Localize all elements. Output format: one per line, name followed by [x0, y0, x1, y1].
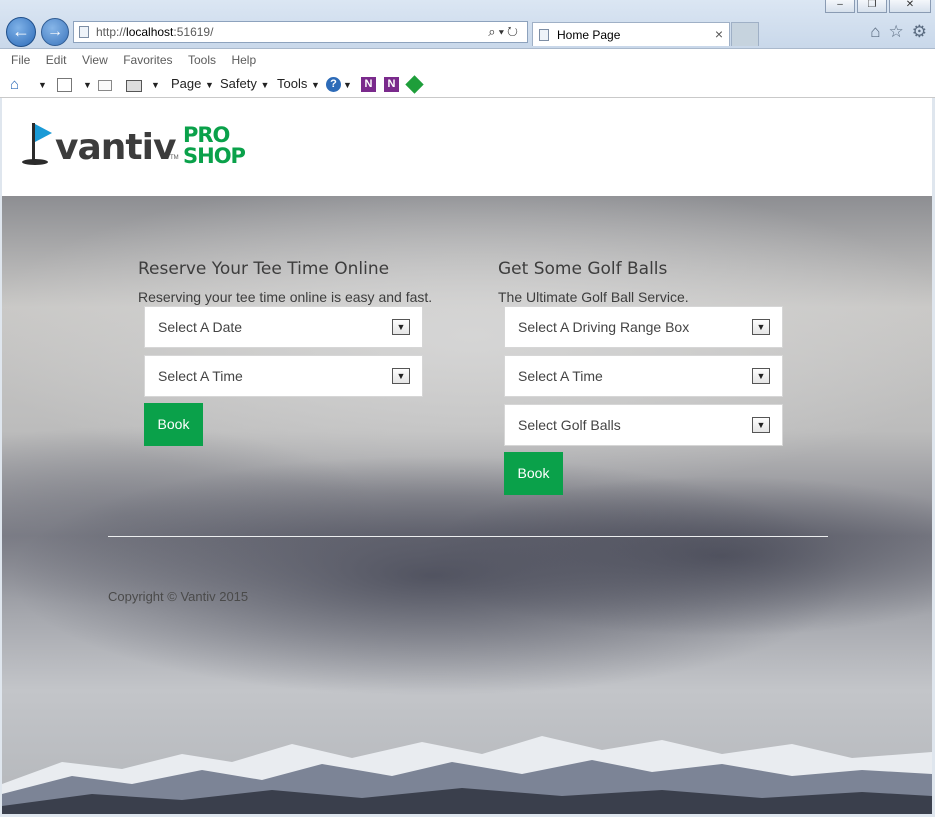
safety-menu[interactable]: Safety ▼	[220, 76, 269, 91]
browser-titlebar: – ❐ ✕ ← → http://localhost:51619/ ⌕▾↻ Ho…	[0, 0, 935, 49]
brand-pro: PRO	[183, 123, 230, 147]
vantiv-pro-shop-logo[interactable]: vantiv TM PRO SHOP	[22, 123, 262, 173]
close-window-button[interactable]: ✕	[889, 0, 931, 13]
chevron-down-icon[interactable]: ▼	[38, 80, 47, 90]
golf-balls-section: Get Some Golf Balls The Ultimate Golf Ba…	[498, 258, 808, 495]
address-tools[interactable]: ⌕▾↻	[488, 24, 521, 40]
mail-icon[interactable]	[98, 80, 112, 91]
select-golf-balls-value: Select Golf Balls	[518, 417, 621, 433]
minimize-button[interactable]: –	[825, 0, 855, 13]
page-menu[interactable]: Page ▼	[171, 76, 214, 91]
address-url: http://localhost:51619/	[96, 25, 214, 39]
select-time-dropdown[interactable]: Select A Time ▼	[144, 355, 423, 397]
select-date-value: Select A Date	[158, 319, 243, 335]
feeds-icon[interactable]	[57, 78, 72, 92]
tab-title: Home Page	[557, 28, 621, 42]
select-golf-balls-dropdown[interactable]: Select Golf Balls ▼	[504, 404, 783, 446]
menu-tools[interactable]: Tools	[188, 53, 216, 67]
browser-right-icons: ⌂ ☆ ⚙	[870, 22, 927, 42]
back-button[interactable]: ←	[6, 17, 36, 47]
new-tab-button[interactable]	[731, 22, 759, 46]
menu-file[interactable]: File	[11, 53, 30, 67]
copyright-text: Copyright © Vantiv 2015	[108, 589, 249, 604]
footer-divider	[108, 536, 828, 537]
site-header: vantiv TM PRO SHOP	[2, 98, 932, 196]
select-time-value: Select A Time	[158, 368, 243, 384]
select-range-box-value: Select A Driving Range Box	[518, 319, 690, 335]
book-tee-time-button[interactable]: Book	[144, 403, 203, 446]
golf-balls-subtext: The Ultimate Golf Ball Service.	[498, 289, 689, 305]
brand-shop: SHOP	[183, 144, 246, 168]
chevron-down-icon[interactable]: ▼	[392, 368, 410, 384]
select-date-dropdown[interactable]: Select A Date ▼	[144, 306, 423, 348]
menu-favorites[interactable]: Favorites	[123, 53, 172, 67]
addon-icon[interactable]	[405, 75, 424, 94]
chevron-down-icon[interactable]: ▼	[83, 80, 92, 90]
address-bar[interactable]: http://localhost:51619/ ⌕▾↻	[73, 21, 528, 43]
favorites-star-icon[interactable]: ☆	[889, 22, 904, 42]
tee-time-section: Reserve Your Tee Time Online Reserving y…	[138, 258, 448, 446]
chevron-down-icon[interactable]: ▼	[752, 319, 770, 335]
golf-balls-heading: Get Some Golf Balls	[498, 259, 668, 279]
select-time-value: Select A Time	[518, 368, 603, 384]
forward-button[interactable]: →	[41, 18, 69, 46]
select-range-box-dropdown[interactable]: Select A Driving Range Box ▼	[504, 306, 783, 348]
flag-icon	[35, 124, 52, 142]
menu-view[interactable]: View	[82, 53, 108, 67]
brand-name: vantiv	[55, 127, 176, 168]
search-icon[interactable]: ⌕	[488, 24, 498, 39]
tee-time-subtext: Reserving your tee time online is easy a…	[138, 289, 433, 305]
command-bar: ⌂ ▼ ▼ ▼ Page ▼ Safety ▼ Tools ▼ ? ▼ N N	[0, 72, 935, 98]
select-time-dropdown[interactable]: Select A Time ▼	[504, 355, 783, 397]
page-icon	[79, 26, 89, 38]
menu-help[interactable]: Help	[231, 53, 256, 67]
restore-button[interactable]: ❐	[857, 0, 887, 13]
mountains-image	[2, 736, 932, 814]
tab-close-icon[interactable]: ×	[715, 26, 723, 42]
golf-hole-icon	[22, 159, 48, 165]
chevron-down-icon[interactable]: ▼	[752, 417, 770, 433]
onenote-linked-icon[interactable]: N	[384, 77, 399, 92]
gear-icon[interactable]: ⚙	[912, 22, 927, 42]
home-icon[interactable]: ⌂	[870, 22, 880, 42]
menu-bar: File Edit View Favorites Tools Help	[0, 49, 935, 72]
help-icon[interactable]: ?	[326, 77, 341, 92]
refresh-icon[interactable]: ↻	[507, 24, 521, 39]
tee-time-heading: Reserve Your Tee Time Online	[138, 259, 390, 279]
dropdown-icon[interactable]: ▾	[499, 24, 507, 39]
window-controls: – ❐ ✕	[825, 0, 931, 13]
print-icon[interactable]	[126, 80, 142, 92]
page-icon	[539, 29, 549, 41]
menu-edit[interactable]: Edit	[46, 53, 67, 67]
chevron-down-icon[interactable]: ▼	[392, 319, 410, 335]
chevron-down-icon[interactable]: ▼	[151, 80, 160, 90]
tab-home-page[interactable]: Home Page ×	[532, 22, 730, 46]
onenote-icon[interactable]: N	[361, 77, 376, 92]
web-page: vantiv TM PRO SHOP Reserve Your Tee Time…	[2, 98, 932, 814]
home-icon[interactable]: ⌂	[10, 76, 19, 93]
book-golf-balls-button[interactable]: Book	[504, 452, 563, 495]
brand-trademark: TM	[170, 155, 179, 161]
tools-menu[interactable]: Tools ▼	[277, 76, 320, 91]
chevron-down-icon[interactable]: ▼	[752, 368, 770, 384]
chevron-down-icon[interactable]: ▼	[343, 80, 352, 90]
